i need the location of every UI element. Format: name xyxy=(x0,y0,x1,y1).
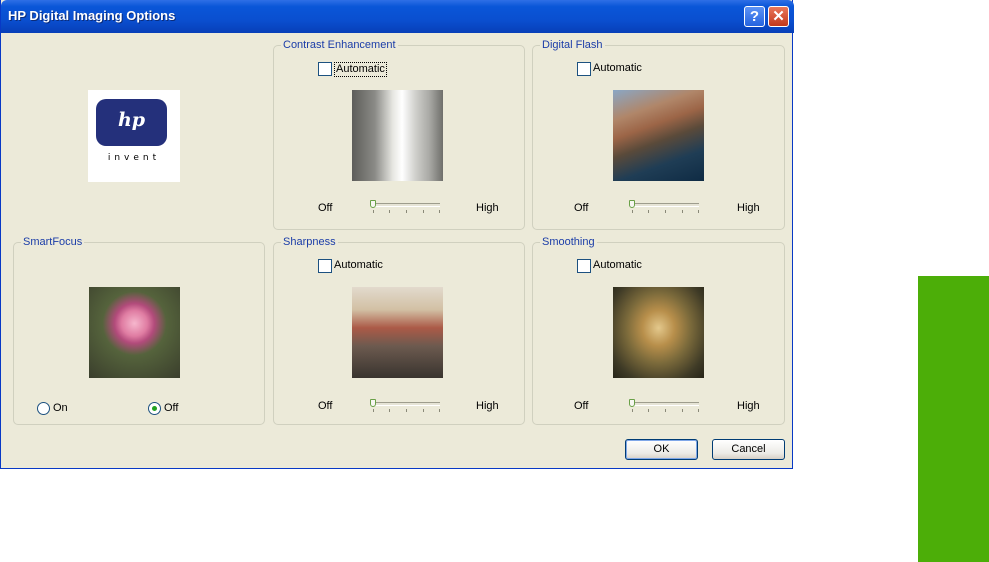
sharpness-preview-image xyxy=(352,287,443,378)
sharpness-max-label: High xyxy=(476,400,499,412)
slider-tick xyxy=(698,409,699,412)
smartfocus-group: SmartFocus On Off xyxy=(13,236,265,425)
ok-button-label: OK xyxy=(653,443,670,455)
flash-group: Digital Flash Automatic Off High xyxy=(532,39,785,230)
smartfocus-on-radio[interactable] xyxy=(37,402,50,415)
slider-tick xyxy=(373,210,374,213)
smoothing-slider-thumb[interactable] xyxy=(629,399,635,407)
sharpness-automatic-label: Automatic xyxy=(334,259,383,271)
smartfocus-legend: SmartFocus xyxy=(21,236,85,249)
contrast-automatic-checkbox[interactable] xyxy=(318,62,332,76)
close-icon: ✕ xyxy=(772,8,785,25)
smoothing-group: Smoothing Automatic Off High xyxy=(532,236,785,425)
dialog-window: HP Digital Imaging Options ? ✕ hp invent… xyxy=(0,0,794,469)
smoothing-slider-track xyxy=(631,402,699,406)
slider-tick xyxy=(648,409,649,412)
flash-preview-image xyxy=(613,90,704,181)
slider-tick xyxy=(439,409,440,412)
smoothing-automatic-checkbox[interactable] xyxy=(577,259,591,273)
slider-tick xyxy=(439,210,440,213)
slider-tick xyxy=(406,210,407,213)
smoothing-slider[interactable] xyxy=(629,399,701,414)
slider-tick xyxy=(682,210,683,213)
cancel-button-label: Cancel xyxy=(731,443,766,455)
sharpness-legend: Sharpness xyxy=(281,236,338,249)
cancel-button[interactable]: Cancel xyxy=(712,439,785,460)
close-button[interactable]: ✕ xyxy=(768,6,789,27)
flash-slider-track xyxy=(631,203,699,207)
smartfocus-on-label: On xyxy=(53,402,68,414)
ok-button[interactable]: OK xyxy=(625,439,698,460)
smoothing-legend: Smoothing xyxy=(540,236,597,249)
sharpness-slider[interactable] xyxy=(370,399,442,414)
slider-tick xyxy=(665,210,666,213)
flash-min-label: Off xyxy=(574,202,589,214)
sharpness-automatic-checkbox[interactable] xyxy=(318,259,332,273)
contrast-max-label: High xyxy=(476,202,499,214)
flash-slider[interactable] xyxy=(629,200,701,215)
slider-tick xyxy=(406,409,407,412)
window-title: HP Digital Imaging Options xyxy=(8,8,176,23)
slider-tick xyxy=(648,210,649,213)
contrast-preview-image xyxy=(352,90,443,181)
smartfocus-preview-image xyxy=(89,287,180,378)
contrast-slider-thumb[interactable] xyxy=(370,200,376,208)
smoothing-max-label: High xyxy=(737,400,760,412)
sharpness-slider-track xyxy=(372,402,440,406)
flash-slider-thumb[interactable] xyxy=(629,200,635,208)
logo-brand: hp xyxy=(117,109,146,131)
contrast-legend: Contrast Enhancement xyxy=(281,39,398,52)
contrast-slider[interactable] xyxy=(370,200,442,215)
slider-tick xyxy=(665,409,666,412)
smoothing-preview-image xyxy=(613,287,704,378)
sharpness-slider-thumb[interactable] xyxy=(370,399,376,407)
logo-badge: hp xyxy=(96,99,167,146)
slider-tick xyxy=(389,210,390,213)
radio-selected-dot xyxy=(152,406,157,411)
slider-tick xyxy=(423,409,424,412)
slider-tick xyxy=(698,210,699,213)
smoothing-automatic-label: Automatic xyxy=(593,259,642,271)
contrast-slider-track xyxy=(372,203,440,207)
logo-tagline: invent xyxy=(107,153,161,163)
smoothing-min-label: Off xyxy=(574,400,589,412)
contrast-automatic-label: Automatic xyxy=(334,62,387,77)
sharpness-min-label: Off xyxy=(318,400,333,412)
title-bar[interactable]: HP Digital Imaging Options ? ✕ xyxy=(1,0,794,33)
flash-legend: Digital Flash xyxy=(540,39,605,52)
slider-tick xyxy=(373,409,374,412)
contrast-group: Contrast Enhancement Automatic Off High xyxy=(273,39,525,230)
slider-tick xyxy=(423,210,424,213)
slider-tick xyxy=(682,409,683,412)
hp-logo: hp invent xyxy=(88,90,180,182)
slider-tick xyxy=(632,409,633,412)
help-icon: ? xyxy=(749,8,760,25)
slider-tick xyxy=(632,210,633,213)
slider-tick xyxy=(389,409,390,412)
help-button[interactable]: ? xyxy=(744,6,765,27)
flash-automatic-label: Automatic xyxy=(593,62,642,74)
sharpness-group: Sharpness Automatic Off High xyxy=(273,236,525,425)
smartfocus-off-radio[interactable] xyxy=(148,402,161,415)
contrast-min-label: Off xyxy=(318,202,333,214)
flash-max-label: High xyxy=(737,202,760,214)
smartfocus-off-label: Off xyxy=(164,402,179,414)
flash-automatic-checkbox[interactable] xyxy=(577,62,591,76)
side-tab xyxy=(918,276,989,562)
